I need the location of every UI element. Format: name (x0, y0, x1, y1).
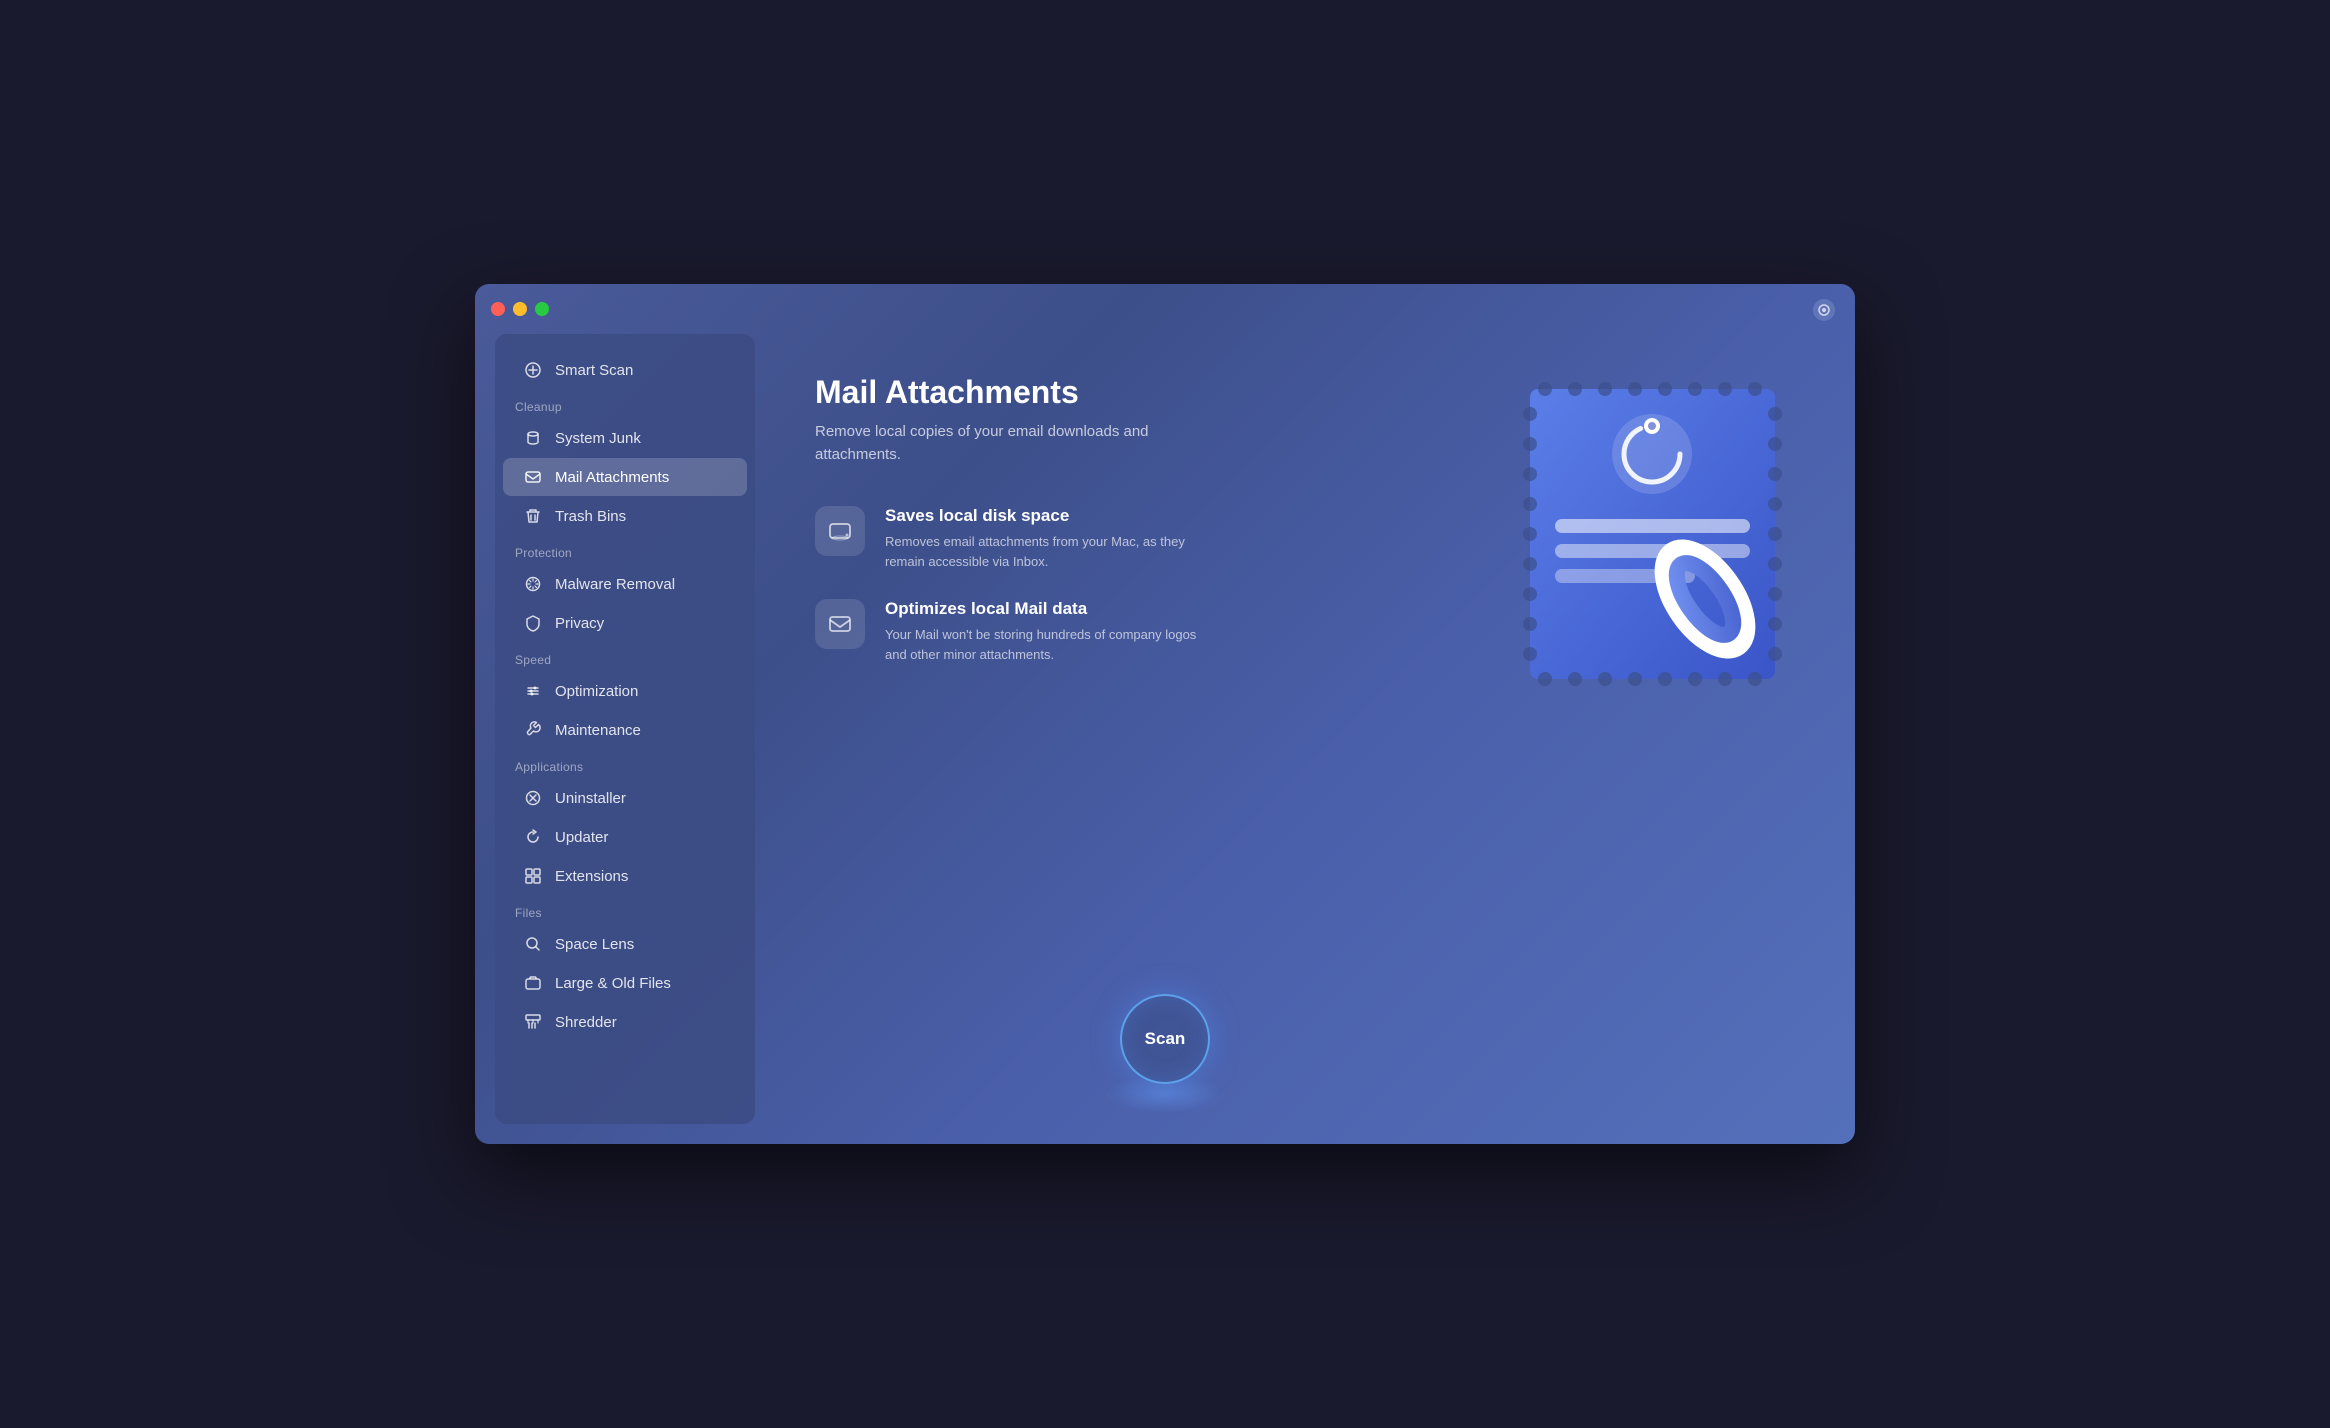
sidebar-item-privacy[interactable]: Privacy (503, 604, 747, 642)
stamp-illustration (1495, 344, 1815, 724)
sidebar-item-smart-scan[interactable]: Smart Scan (503, 351, 747, 389)
scan-button-area: Scan (1105, 994, 1225, 1114)
sidebar-item-optimization[interactable]: Optimization (503, 672, 747, 710)
sidebar-item-shredder[interactable]: Shredder (503, 1003, 747, 1041)
scan-button[interactable]: Scan (1120, 994, 1210, 1084)
system-junk-icon (523, 428, 543, 448)
sidebar-item-label: Mail Attachments (555, 469, 669, 486)
sidebar-item-maintenance[interactable]: Maintenance (503, 711, 747, 749)
disk-space-icon (815, 506, 865, 556)
sidebar-item-space-lens[interactable]: Space Lens (503, 925, 747, 963)
extensions-icon (523, 866, 543, 886)
sidebar-item-extensions[interactable]: Extensions (503, 857, 747, 895)
sidebar-item-label: Trash Bins (555, 508, 626, 525)
feature-item-title: Optimizes local Mail data (885, 599, 1205, 619)
sidebar-item-label: Maintenance (555, 722, 641, 739)
sidebar-item-mail-attachments[interactable]: Mail Attachments (503, 458, 747, 496)
sidebar-item-label: Optimization (555, 683, 638, 700)
app-window: Smart Scan Cleanup System Junk Mail At (475, 284, 1855, 1144)
section-label-speed: Speed (495, 643, 755, 671)
feature-item-title: Saves local disk space (885, 506, 1205, 526)
smart-scan-icon (523, 360, 543, 380)
large-old-files-icon (523, 973, 543, 993)
mail-attachments-icon (523, 467, 543, 487)
space-lens-icon (523, 934, 543, 954)
close-button[interactable] (491, 302, 505, 316)
updater-icon (523, 827, 543, 847)
section-label-applications: Applications (495, 750, 755, 778)
trash-bins-icon (523, 506, 543, 526)
sidebar-item-system-junk[interactable]: System Junk (503, 419, 747, 457)
sidebar-item-large-old-files[interactable]: Large & Old Files (503, 964, 747, 1002)
sidebar-item-label: Uninstaller (555, 790, 626, 807)
settings-icon[interactable] (1813, 299, 1835, 321)
sidebar-item-label: Space Lens (555, 936, 634, 953)
minimize-button[interactable] (513, 302, 527, 316)
maintenance-icon (523, 720, 543, 740)
section-label-protection: Protection (495, 536, 755, 564)
sidebar-item-label: Smart Scan (555, 362, 633, 379)
section-label-cleanup: Cleanup (495, 390, 755, 418)
shredder-icon (523, 1012, 543, 1032)
feature-item-text-disk-space: Saves local disk space Removes email att… (885, 506, 1205, 571)
uninstaller-icon (523, 788, 543, 808)
sidebar-item-uninstaller[interactable]: Uninstaller (503, 779, 747, 817)
sidebar-item-label: Large & Old Files (555, 975, 671, 992)
sidebar-item-label: Malware Removal (555, 576, 675, 593)
traffic-lights (491, 302, 549, 316)
sidebar-item-trash-bins[interactable]: Trash Bins (503, 497, 747, 535)
feature-item-desc: Removes email attachments from your Mac,… (885, 532, 1205, 571)
sidebar-item-updater[interactable]: Updater (503, 818, 747, 856)
optimization-icon (523, 681, 543, 701)
sidebar-item-malware-removal[interactable]: Malware Removal (503, 565, 747, 603)
feature-item-desc: Your Mail won't be storing hundreds of c… (885, 625, 1205, 664)
sidebar-item-label: Shredder (555, 1014, 617, 1031)
optimize-mail-icon (815, 599, 865, 649)
feature-subtitle: Remove local copies of your email downlo… (815, 421, 1235, 466)
sidebar-item-label: Extensions (555, 868, 628, 885)
privacy-icon (523, 613, 543, 633)
sidebar: Smart Scan Cleanup System Junk Mail At (495, 334, 755, 1124)
sidebar-item-label: Privacy (555, 615, 604, 632)
malware-removal-icon (523, 574, 543, 594)
sidebar-item-label: System Junk (555, 430, 641, 447)
title-bar (475, 284, 1855, 334)
sidebar-item-label: Updater (555, 829, 608, 846)
maximize-button[interactable] (535, 302, 549, 316)
section-label-files: Files (495, 896, 755, 924)
feature-item-text-optimize-mail: Optimizes local Mail data Your Mail won'… (885, 599, 1205, 664)
